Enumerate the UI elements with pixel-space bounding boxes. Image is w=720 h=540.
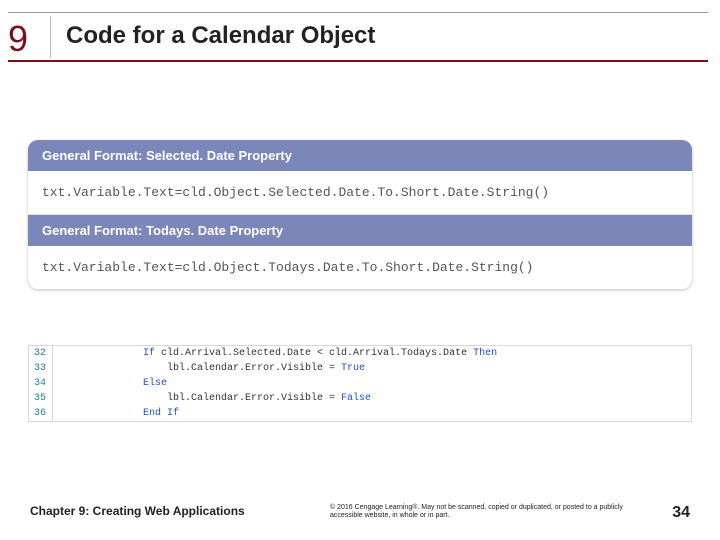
format-code-2: txt.Variable.Text=cld.Object.Todays.Date… <box>28 246 692 289</box>
code-text: End If <box>53 406 179 421</box>
line-number: 34 <box>29 376 53 391</box>
rule-bottom <box>8 60 708 62</box>
line-number: 33 <box>29 361 53 376</box>
rule-top <box>8 12 708 13</box>
title-bar: 9 Code for a Calendar Object <box>8 12 708 62</box>
code-text: Else <box>53 376 167 391</box>
code-line: 33 lbl.Calendar.Error.Visible = True <box>29 361 691 376</box>
title-divider <box>50 16 51 58</box>
footer-copyright: © 2016 Cengage Learning®. May not be sca… <box>310 504 660 521</box>
code-text: lbl.Calendar.Error.Visible = True <box>53 361 365 376</box>
line-number: 36 <box>29 406 53 421</box>
code-listing: 32 If cld.Arrival.Selected.Date < cld.Ar… <box>28 345 692 422</box>
chapter-number: 9 <box>8 18 27 60</box>
page-number: 34 <box>660 504 690 522</box>
code-line: 35 lbl.Calendar.Error.Visible = False <box>29 391 691 406</box>
code-text: lbl.Calendar.Error.Visible = False <box>53 391 371 406</box>
footer: Chapter 9: Creating Web Applications © 2… <box>30 504 690 522</box>
format-heading-2: General Format: Todays. Date Property <box>28 215 692 246</box>
code-line: 34 Else <box>29 376 691 391</box>
code-line: 32 If cld.Arrival.Selected.Date < cld.Ar… <box>29 346 691 361</box>
code-line: 36 End If <box>29 406 691 421</box>
format-heading-1: General Format: Selected. Date Property <box>28 140 692 171</box>
slide-title: Code for a Calendar Object <box>66 22 375 50</box>
line-number: 35 <box>29 391 53 406</box>
format-code-1: txt.Variable.Text=cld.Object.Selected.Da… <box>28 171 692 215</box>
format-block: General Format: Selected. Date Property … <box>28 140 692 289</box>
line-number: 32 <box>29 346 53 361</box>
slide: 9 Code for a Calendar Object General For… <box>0 0 720 540</box>
code-text: If cld.Arrival.Selected.Date < cld.Arriv… <box>53 346 497 361</box>
footer-chapter: Chapter 9: Creating Web Applications <box>30 504 310 518</box>
